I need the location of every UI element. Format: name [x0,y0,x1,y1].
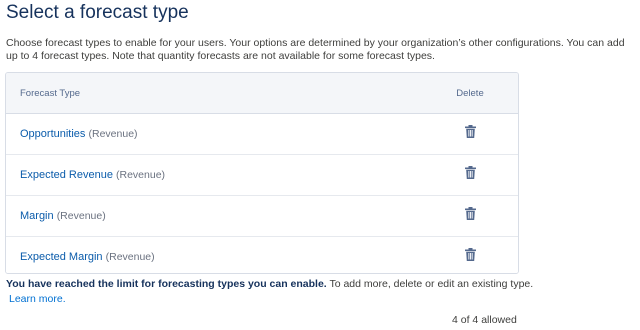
table-row: Expected Revenue (Revenue) [6,155,518,196]
table-row: Margin (Revenue) [6,196,518,237]
forecast-type-unit: (Revenue) [116,169,166,181]
trash-icon[interactable] [464,207,476,220]
forecast-types-table: Forecast Type Delete Opportunities (Reve… [5,72,519,274]
forecast-type-unit: (Revenue) [105,251,155,263]
trash-icon[interactable] [464,125,476,138]
allowed-count: 4 of 4 allowed [452,314,517,326]
page-title: Select a forecast type [6,2,189,23]
header-forecast-type: Forecast Type [20,87,81,99]
trash-icon[interactable] [464,248,476,261]
limit-message: You have reached the limit for forecasti… [6,278,634,290]
forecast-type-link[interactable]: Margin [20,210,54,222]
forecast-type-link[interactable]: Expected Margin [20,251,103,263]
learn-more-link[interactable]: Learn more. [9,293,66,305]
table-header: Forecast Type Delete [6,73,518,114]
forecast-type-unit: (Revenue) [88,128,138,140]
forecast-type-cell: Margin (Revenue) [6,210,422,222]
delete-cell [422,166,518,184]
forecast-type-unit: (Revenue) [56,210,106,222]
limit-message-bold: You have reached the limit for forecasti… [6,278,327,290]
forecast-type-link[interactable]: Opportunities [20,128,85,140]
forecast-type-cell: Expected Margin (Revenue) [6,251,422,263]
forecast-type-cell: Expected Revenue (Revenue) [6,169,422,181]
page-description: Choose forecast types to enable for your… [6,37,625,62]
forecast-type-link[interactable]: Expected Revenue [20,169,113,181]
forecast-type-cell: Opportunities (Revenue) [6,128,422,140]
delete-cell [422,248,518,266]
table-row: Expected Margin (Revenue) [6,237,518,273]
delete-cell [422,125,518,143]
table-row: Opportunities (Revenue) [6,114,518,155]
delete-cell [422,207,518,225]
trash-icon[interactable] [464,166,476,179]
limit-message-rest: To add more, delete or edit an existing … [326,278,534,290]
header-delete: Delete [456,87,484,99]
